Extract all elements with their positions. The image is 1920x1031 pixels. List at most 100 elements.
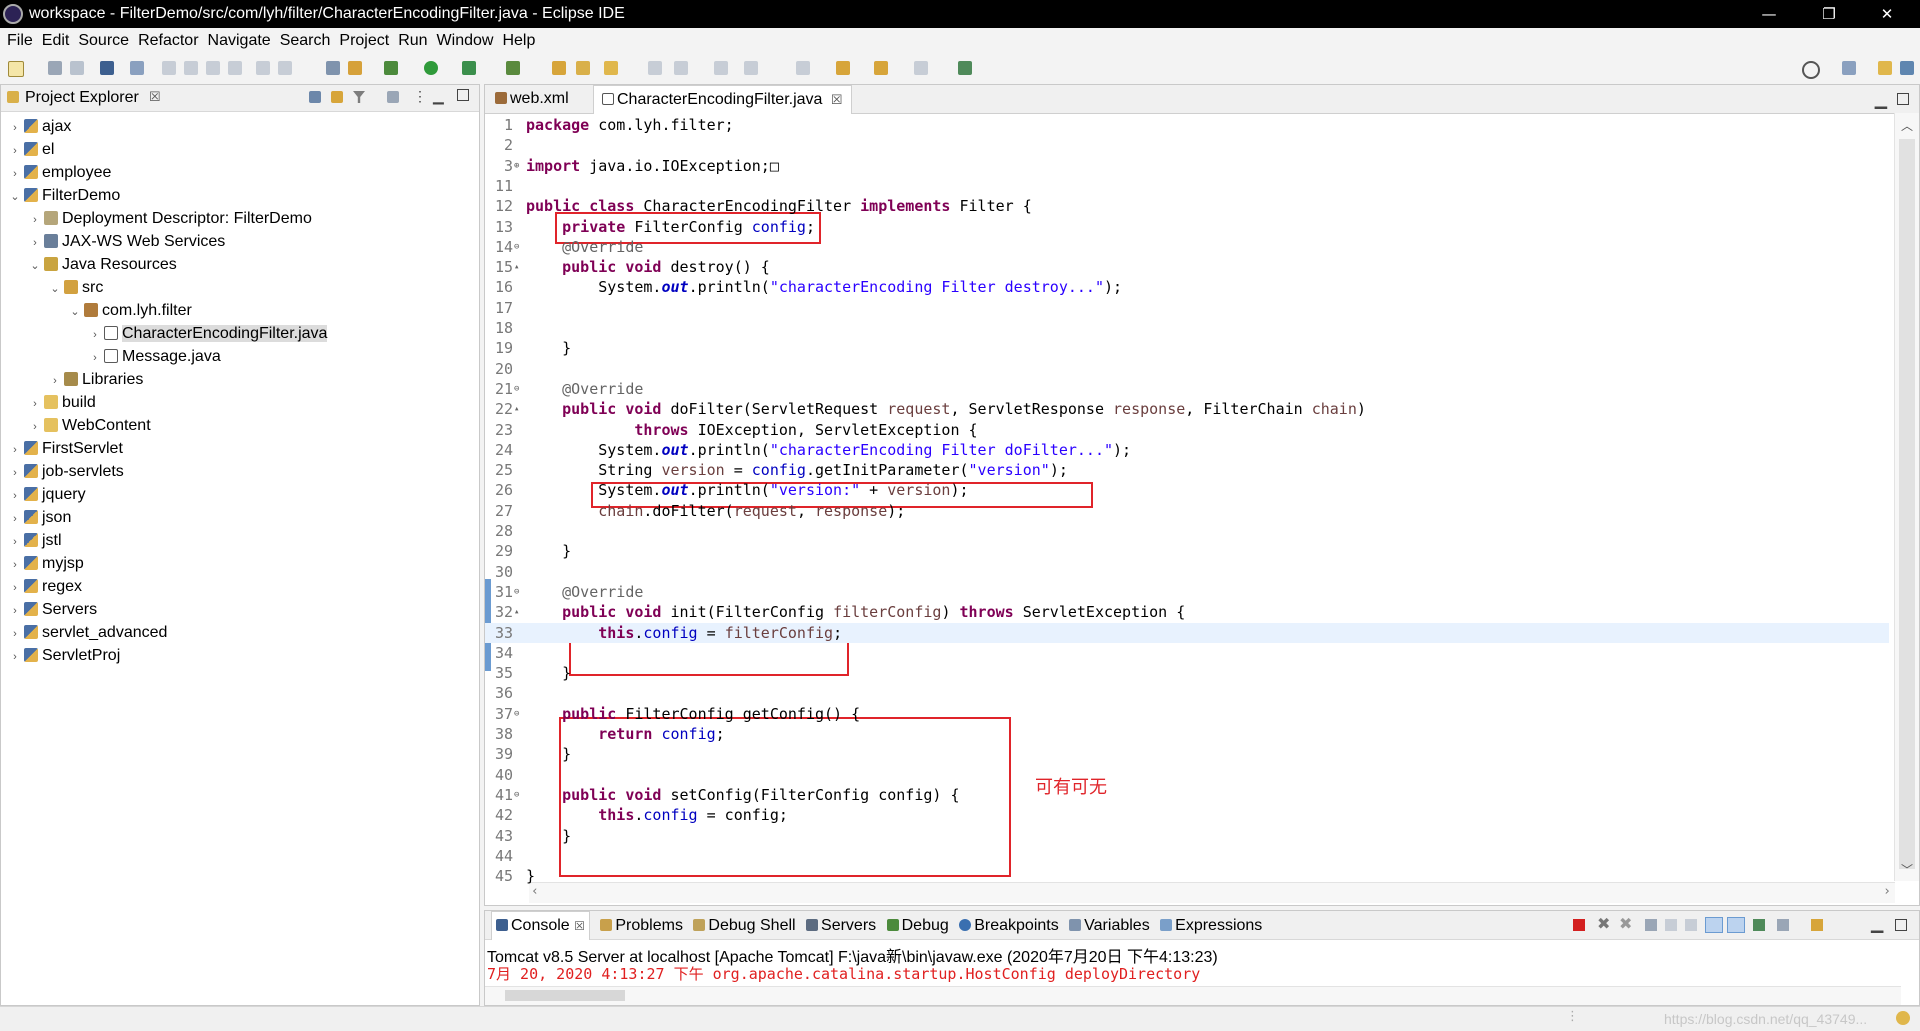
expanded-arrow-icon[interactable]: ⌄ bbox=[9, 186, 21, 209]
forward-icon[interactable] bbox=[914, 61, 928, 75]
code-line[interactable]: 18 bbox=[485, 318, 1889, 338]
menu-refactor[interactable]: Refactor bbox=[138, 32, 198, 50]
collapsed-arrow-icon[interactable]: › bbox=[9, 531, 21, 554]
tree-item[interactable]: › json bbox=[1, 506, 71, 529]
resume-icon[interactable] bbox=[162, 61, 176, 75]
pin-editor-icon[interactable] bbox=[958, 61, 972, 75]
terminate-console-icon[interactable] bbox=[1573, 919, 1585, 931]
close-console-icon[interactable]: ☒ bbox=[574, 919, 585, 933]
fold-toggle-icon[interactable]: ⊖ bbox=[514, 379, 523, 399]
minimize-editor-icon[interactable]: ▁ bbox=[1875, 90, 1887, 110]
minimize-button[interactable]: — bbox=[1746, 0, 1792, 28]
code-line[interactable]: 14 ⊖ @Override bbox=[485, 237, 1889, 257]
collapsed-arrow-icon[interactable]: › bbox=[9, 646, 21, 669]
code-line[interactable]: 19 } bbox=[485, 338, 1889, 358]
tips-icon[interactable] bbox=[1896, 1011, 1910, 1025]
tree-item[interactable]: › jstl bbox=[1, 529, 61, 554]
debug-perspective-icon[interactable] bbox=[1900, 61, 1914, 75]
disconnect-icon[interactable] bbox=[228, 61, 242, 75]
search-tool-icon[interactable] bbox=[604, 61, 618, 75]
code-line[interactable]: 34 bbox=[485, 643, 1889, 663]
tree-item[interactable]: ⌄ com.lyh.filter bbox=[1, 299, 191, 324]
remove-all-launches-icon[interactable]: ✖ bbox=[1619, 911, 1632, 939]
minimize-view-icon[interactable]: ▁ bbox=[433, 88, 444, 105]
tree-item[interactable]: › ajax bbox=[1, 115, 71, 138]
vertical-scroll-thumb[interactable] bbox=[1899, 139, 1915, 869]
focus-icon[interactable] bbox=[387, 91, 399, 103]
collapse-all-icon[interactable] bbox=[309, 91, 321, 103]
save-icon[interactable] bbox=[48, 61, 62, 75]
maximize-view-icon[interactable] bbox=[457, 89, 469, 101]
collapsed-arrow-icon[interactable]: › bbox=[89, 347, 101, 370]
code-line[interactable]: 37 ⊖ public FilterConfig getConfig() { bbox=[485, 704, 1889, 724]
menu-source[interactable]: Source bbox=[78, 32, 129, 50]
run-icon[interactable] bbox=[424, 61, 438, 75]
tree-item[interactable]: › Servers bbox=[1, 598, 97, 621]
project-explorer-title[interactable]: Project Explorer bbox=[25, 89, 139, 107]
tree-item[interactable]: ⌄ FilterDemo bbox=[1, 184, 120, 207]
tree-item[interactable]: › ServletProj bbox=[1, 644, 120, 667]
debug-icon[interactable] bbox=[384, 61, 398, 75]
link-with-editor-icon[interactable] bbox=[331, 91, 343, 103]
open-type-icon[interactable] bbox=[576, 61, 590, 75]
tree-item[interactable]: › FirstServlet bbox=[1, 437, 123, 460]
display-selected-console-icon[interactable] bbox=[1777, 919, 1789, 931]
tree-item[interactable]: › regex bbox=[1, 575, 82, 598]
code-line[interactable]: 28 bbox=[485, 521, 1889, 541]
code-line[interactable]: 20 bbox=[485, 359, 1889, 379]
scroll-up-icon[interactable]: ︿ bbox=[1897, 117, 1917, 133]
clear-console-icon[interactable] bbox=[1645, 919, 1657, 931]
collapsed-arrow-icon[interactable]: › bbox=[9, 623, 21, 646]
code-line[interactable]: 11 bbox=[485, 176, 1889, 196]
tree-item[interactable]: › Libraries bbox=[1, 368, 143, 391]
tab-expressions[interactable]: Expressions bbox=[1160, 912, 1262, 940]
code-line[interactable]: 23 throws IOException, ServletException … bbox=[485, 420, 1889, 440]
collapsed-arrow-icon[interactable]: › bbox=[9, 508, 21, 531]
search-icon[interactable] bbox=[1802, 61, 1820, 79]
collapsed-arrow-icon[interactable]: › bbox=[29, 209, 41, 232]
code-line[interactable]: 44 bbox=[485, 846, 1889, 866]
next-annotation-icon[interactable] bbox=[744, 61, 758, 75]
tab-problems[interactable]: Problems bbox=[600, 912, 683, 940]
collapsed-arrow-icon[interactable]: › bbox=[29, 393, 41, 416]
code-line[interactable]: 3 ⊕ import java.io.IOException;□ bbox=[485, 156, 1889, 176]
collapsed-arrow-icon[interactable]: › bbox=[9, 577, 21, 600]
tree-item[interactable]: › jquery bbox=[1, 483, 85, 506]
open-perspective-icon[interactable] bbox=[1842, 61, 1856, 75]
code-line[interactable]: 21 ⊖ @Override bbox=[485, 379, 1889, 399]
new-java-project-icon[interactable] bbox=[552, 61, 566, 75]
step-over-icon[interactable] bbox=[278, 61, 292, 75]
code-line[interactable]: 43 } bbox=[485, 826, 1889, 846]
code-line[interactable]: 16 System.out.println("characterEncoding… bbox=[485, 277, 1889, 297]
tree-item[interactable]: ⌄ Java Resources bbox=[1, 253, 176, 278]
code-line[interactable]: 25 String version = config.getInitParame… bbox=[485, 460, 1889, 480]
vertical-scrollbar[interactable]: ︿ ﹀ bbox=[1894, 113, 1919, 881]
word-wrap-icon[interactable] bbox=[1685, 919, 1697, 931]
run-coverage-icon[interactable] bbox=[462, 61, 476, 75]
remove-launch-icon[interactable]: ✖ bbox=[1597, 911, 1610, 939]
code-line[interactable]: 13 private FilterConfig config; bbox=[485, 217, 1889, 237]
expanded-arrow-icon[interactable]: ⌄ bbox=[29, 255, 41, 278]
restore-button[interactable]: ❐ bbox=[1806, 0, 1852, 28]
expanded-arrow-icon[interactable]: ⌄ bbox=[69, 301, 81, 324]
skip-breakpoints-icon[interactable] bbox=[130, 61, 144, 75]
new-icon[interactable] bbox=[8, 61, 24, 77]
code-line[interactable]: 27 chain.doFilter(request, response); bbox=[485, 501, 1889, 521]
menu-help[interactable]: Help bbox=[502, 32, 535, 50]
code-line[interactable]: 41 ⊖ public void setConfig(FilterConfig c… bbox=[485, 785, 1889, 805]
collapsed-arrow-icon[interactable]: › bbox=[9, 117, 21, 140]
collapsed-arrow-icon[interactable]: › bbox=[29, 416, 41, 439]
show-console-on-error-icon[interactable] bbox=[1727, 917, 1745, 933]
code-line[interactable]: 17 bbox=[485, 298, 1889, 318]
close-view-icon[interactable]: ☒ bbox=[149, 89, 161, 105]
use-step-filters-icon[interactable] bbox=[348, 61, 362, 75]
code-line[interactable]: 12 public class CharacterEncodingFilter i… bbox=[485, 196, 1889, 216]
code-area[interactable]: ︿ ﹀ ‹ › 可有可无 1 package com.lyh.filter; 2 3 ⊕… bbox=[485, 113, 1919, 905]
tree-item[interactable]: › Message.java bbox=[1, 345, 221, 368]
code-line[interactable]: 38 return config; bbox=[485, 724, 1889, 744]
collapsed-arrow-icon[interactable]: › bbox=[9, 462, 21, 485]
code-line[interactable]: 22 ▴ public void doFilter(ServletRequest … bbox=[485, 399, 1889, 419]
tab-character-encoding-filter[interactable]: CharacterEncodingFilter.java ☒ bbox=[593, 85, 852, 114]
tab-servers[interactable]: Servers bbox=[806, 912, 876, 940]
expanded-arrow-icon[interactable]: ⌄ bbox=[49, 278, 61, 301]
